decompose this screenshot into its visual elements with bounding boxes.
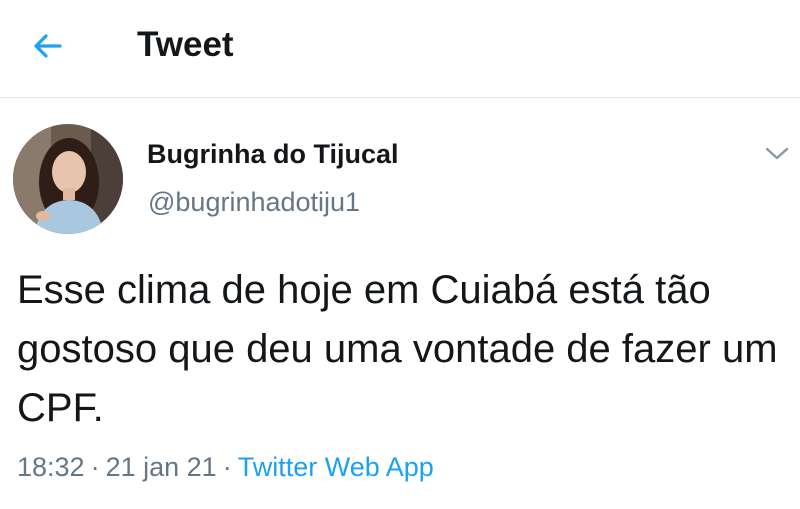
author-handle[interactable]: @bugrinhadotiju1 [148, 186, 360, 218]
avatar[interactable] [13, 124, 123, 234]
tweet-meta: 18:32 · 21 jan 21 · Twitter Web App [17, 450, 434, 484]
tweet-detail-page: Tweet Bugrinha do Tijucal @bugrinhadotij… [0, 0, 800, 509]
back-button[interactable] [24, 26, 70, 66]
author-name[interactable]: Bugrinha do Tijucal [147, 138, 399, 170]
tweet-time[interactable]: 18:32 [17, 452, 85, 482]
chevron-down-icon [765, 147, 789, 160]
meta-separator: · [222, 452, 232, 482]
tweet-text: Esse clima de hoje em Cuiabá está tão go… [17, 268, 778, 430]
tweet-date[interactable]: 21 jan 21 [106, 452, 217, 482]
tweet-menu-button[interactable] [760, 140, 794, 168]
top-bar: Tweet [0, 0, 800, 98]
tweet-source-link[interactable]: Twitter Web App [238, 452, 434, 482]
meta-separator: · [90, 452, 100, 482]
arrow-left-icon [34, 34, 62, 58]
page-title: Tweet [137, 25, 234, 64]
